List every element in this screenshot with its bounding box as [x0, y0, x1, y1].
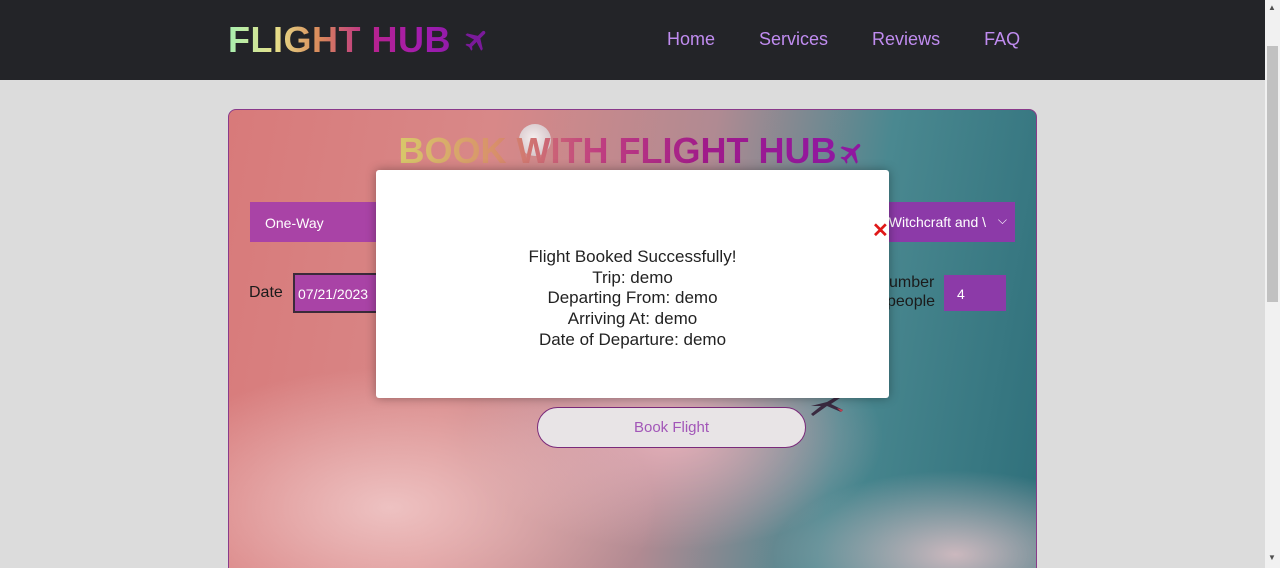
destination-select-value: f Witchcraft and \ — [881, 214, 987, 230]
chevron-down-icon: ⌵ — [997, 213, 1007, 227]
destination-select[interactable]: f Witchcraft and \ ⌵ — [875, 202, 1015, 242]
book-flight-button[interactable]: Book Flight — [537, 407, 806, 448]
modal-message: Flight Booked Successfully! Trip: demo D… — [376, 247, 889, 351]
modal-line-success: Flight Booked Successfully! — [528, 247, 737, 266]
modal-line-date: Date of Departure: demo — [538, 329, 727, 349]
close-icon[interactable]: ✕ — [872, 221, 889, 241]
modal-line-trip: Trip: demo — [592, 267, 673, 287]
airplane-icon — [840, 144, 861, 165]
nav-faq-link[interactable]: FAQ — [984, 29, 1020, 50]
logo-text: FLIGHT HUB — [228, 19, 451, 60]
site-logo[interactable]: FLIGHT HUB — [228, 19, 491, 61]
booking-title: BOOK WITH FLIGHT HUB — [229, 130, 1036, 172]
date-input[interactable]: 07/21/2023 — [293, 273, 387, 313]
scroll-down-arrow-icon[interactable]: ▼ — [1268, 553, 1276, 562]
people-count-input[interactable]: 4 — [944, 275, 1006, 311]
nav-services-link[interactable]: Services — [759, 29, 828, 50]
booking-title-text: BOOK WITH FLIGHT HUB — [398, 130, 837, 171]
nav-reviews-link[interactable]: Reviews — [872, 29, 940, 50]
modal-line-arriving: Arriving At: demo — [567, 309, 698, 329]
main-nav: Home Services Reviews FAQ — [667, 29, 1064, 50]
modal-line-departing: Departing From: demo — [547, 288, 718, 308]
booking-confirmation-modal: ✕ Flight Booked Successfully! Trip: demo… — [376, 170, 889, 398]
date-label: Date — [249, 284, 283, 301]
scroll-up-arrow-icon[interactable]: ▲ — [1268, 3, 1276, 12]
airplane-icon — [465, 30, 486, 51]
nav-home-link[interactable]: Home — [667, 29, 715, 50]
scrollbar-thumb[interactable] — [1267, 46, 1278, 302]
page-scrollbar[interactable]: ▲ ▼ — [1265, 0, 1280, 568]
top-navbar: FLIGHT HUB Home Services Reviews FAQ — [0, 0, 1265, 80]
